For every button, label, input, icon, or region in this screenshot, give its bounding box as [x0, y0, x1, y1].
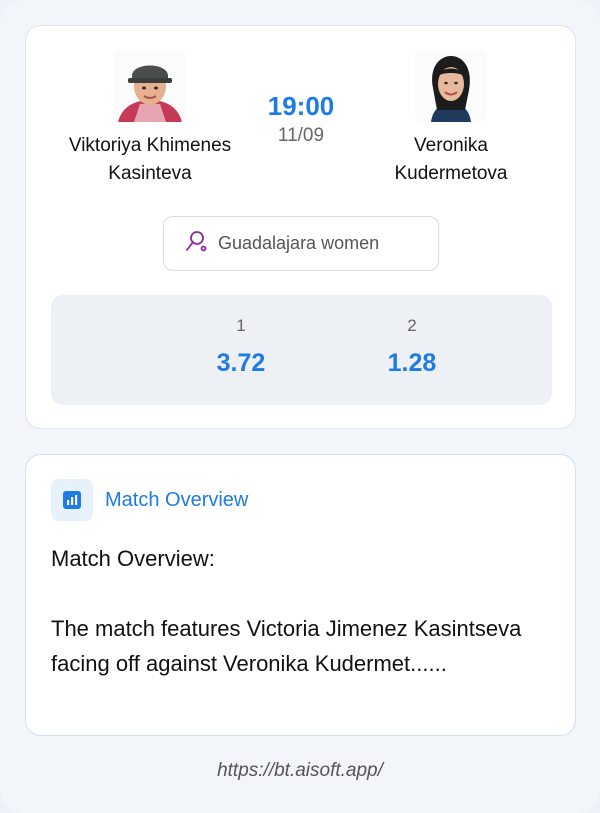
overview-text: The match features Victoria Jimenez Kasi…	[51, 616, 522, 676]
odd-away-label: 2	[407, 316, 417, 335]
overview-body: Match Overview: The match features Victo…	[51, 541, 551, 681]
odds-panel: 1 3.72 2 1.28	[51, 295, 552, 405]
home-player-name: Viktoriya Khimenes Kasinteva	[68, 135, 232, 184]
match-card[interactable]: Viktoriya Khimenes Kasinteva 19:00 11/09	[25, 25, 576, 429]
away-player-photo	[415, 50, 487, 122]
odd-home[interactable]: 1 3.72	[181, 313, 301, 378]
footer-url[interactable]: https://bt.aisoft.app/	[0, 760, 600, 782]
odd-away[interactable]: 2 1.28	[352, 313, 472, 378]
overview-title: Match Overview	[105, 488, 249, 511]
away-player[interactable]: Veronika Kudermetova	[341, 50, 561, 188]
home-player[interactable]: Viktoriya Khimenes Kasinteva	[40, 50, 260, 188]
overview-heading: Match Overview:	[51, 546, 215, 571]
match-overview-card[interactable]: Match Overview Match Overview: The match…	[25, 454, 576, 736]
match-time-block: 19:00 11/09	[261, 90, 341, 147]
bar-chart-icon	[51, 479, 93, 521]
overview-header: Match Overview	[51, 479, 248, 521]
app-frame: Viktoriya Khimenes Kasinteva 19:00 11/09	[0, 0, 600, 813]
tennis-racket-icon	[184, 229, 208, 258]
home-player-photo	[114, 50, 186, 122]
match-time: 19:00	[267, 91, 335, 121]
tournament-chip[interactable]: Guadalajara women	[163, 216, 439, 271]
match-date: 11/09	[277, 125, 325, 146]
odd-home-label: 1	[236, 316, 246, 335]
tournament-label: Guadalajara women	[218, 233, 380, 253]
away-player-name: Veronika Kudermetova	[394, 135, 508, 184]
odd-home-value: 3.72	[216, 349, 266, 377]
odd-away-value: 1.28	[387, 349, 437, 377]
